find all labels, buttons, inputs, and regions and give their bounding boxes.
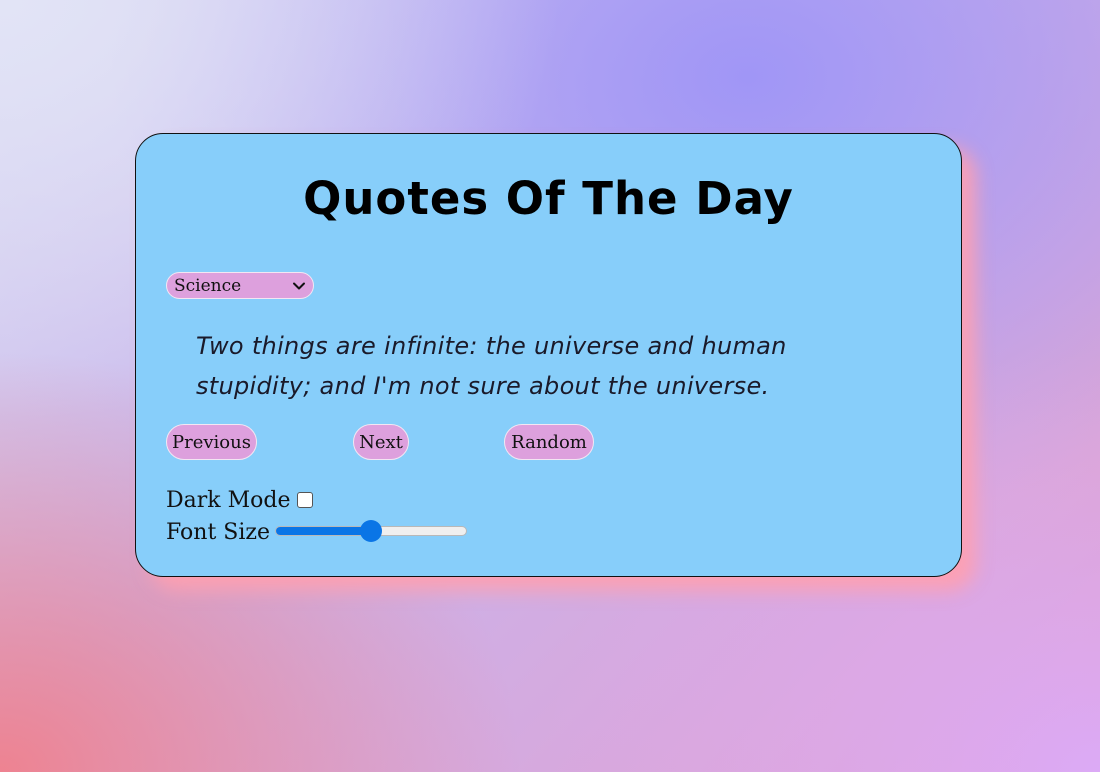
quote-card: Quotes Of The Day Science Two things are… (135, 133, 962, 577)
previous-button[interactable]: Previous (166, 424, 257, 460)
slider-thumb[interactable] (360, 520, 382, 542)
chevron-down-icon (293, 282, 305, 289)
page-title: Quotes Of The Day (303, 172, 794, 225)
random-button[interactable]: Random (504, 424, 594, 460)
slider-fill (276, 527, 371, 535)
category-select-value: Science (174, 275, 242, 296)
font-size-label: Font Size (166, 520, 271, 545)
next-button[interactable]: Next (353, 424, 409, 460)
dark-mode-checkbox[interactable] (297, 492, 313, 508)
font-size-slider[interactable] (275, 520, 467, 542)
quote-text: Two things are infinite: the universe an… (196, 332, 787, 400)
dark-mode-label: Dark Mode (166, 488, 291, 513)
category-select[interactable]: Science (166, 272, 314, 299)
